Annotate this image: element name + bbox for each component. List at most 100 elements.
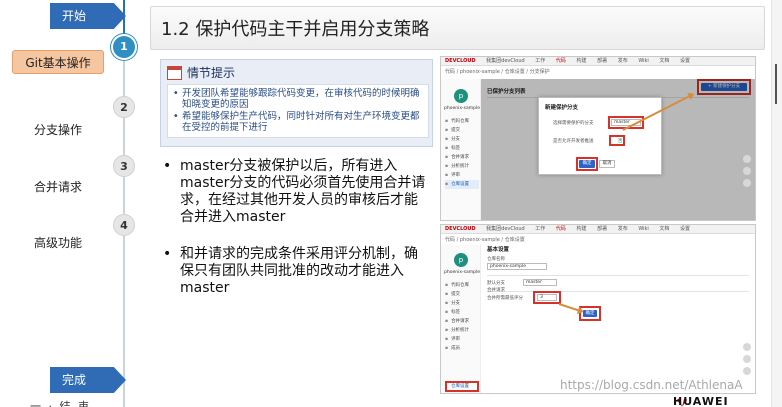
- step-2-badge[interactable]: 2: [113, 96, 135, 118]
- topbar-tab[interactable]: 部署: [597, 58, 607, 64]
- repo-menu-item[interactable]: 合并请求: [445, 317, 479, 326]
- divider: [487, 291, 749, 292]
- merge-request-label: 合并请求: [487, 288, 505, 293]
- repo-menu-item[interactable]: 分析统计: [445, 326, 479, 335]
- top-float-icon[interactable]: [743, 179, 751, 187]
- topbar-tab[interactable]: 构建: [576, 226, 586, 232]
- topbar-tab[interactable]: 发布: [618, 58, 628, 64]
- step-1-badge[interactable]: 1: [113, 36, 135, 58]
- topbar-tab[interactable]: Wiki: [638, 226, 649, 232]
- scrollbar-thumb[interactable]: [775, 64, 777, 104]
- topbar-tab[interactable]: 我集团devCloud: [486, 58, 525, 64]
- dialog-title: 新建保护分支: [545, 105, 579, 111]
- min-score-label: 合并所需最低评分: [487, 296, 523, 301]
- repo-menu-item[interactable]: 评审: [445, 171, 479, 180]
- page-title: 1.2 保护代码主干并启用分支策略: [161, 19, 430, 40]
- devcloud-brand: DEVCLOUD: [445, 226, 476, 232]
- repo-sidebar: p phoenix-sample 代码仓库 提交 分支 标签 合并请求 分析统计…: [441, 245, 481, 393]
- scenario-tip-box: 情节提示 开发团队希望能够跟踪代码变更，在审核代码的时候明确知晓变更的原因 希望…: [160, 59, 433, 147]
- breadcrumb[interactable]: 代码 / phoenix-sample / 仓库设置: [445, 236, 525, 243]
- divider: [487, 275, 749, 276]
- dialog-branch-label: 选择需要保护的分支: [553, 121, 594, 126]
- help-float-icon[interactable]: [743, 343, 751, 351]
- repo-menu: 代码仓库 提交 分支 标签 合并请求 分析统计 评审 成员: [445, 281, 479, 353]
- step-4-badge[interactable]: 4: [113, 214, 135, 236]
- bullet-dot: •: [163, 246, 172, 262]
- topbar-tab[interactable]: 设置: [680, 58, 690, 64]
- highlight-box: [609, 135, 625, 146]
- tip-item: 希望能够保护生产代码，同时针对所有对生产环境变更都在受控的前提下进行: [173, 111, 424, 133]
- chapter-navigation: 开始 1 Git基本操作 2 分支操作 3 合并请求 4 高级功能 完成 一 ·…: [0, 0, 145, 407]
- project-name: phoenix-sample: [444, 106, 480, 111]
- nav-item-git-basics[interactable]: Git基本操作: [12, 50, 104, 74]
- topbar-tab[interactable]: 文档: [659, 226, 669, 232]
- highlight-box: [445, 381, 479, 392]
- repo-menu-item[interactable]: 评审: [445, 335, 479, 344]
- tip-heading: 情节提示: [187, 66, 236, 80]
- help-float-icon[interactable]: [743, 155, 751, 163]
- topbar-tab[interactable]: 工作: [535, 58, 545, 64]
- topbar-tab[interactable]: 部署: [597, 226, 607, 232]
- tip-list: 开发团队希望能够跟踪代码变更，在审核代码的时候明确知晓变更的原因 希望能够保护生…: [167, 84, 429, 138]
- project-avatar: p: [454, 253, 468, 267]
- repo-menu-item[interactable]: 分支: [445, 299, 479, 308]
- topbar-tab[interactable]: 我集团devCloud: [486, 226, 525, 232]
- start-marker[interactable]: 开始: [50, 3, 126, 29]
- highlight-box: [533, 291, 561, 304]
- repo-menu-item[interactable]: 分析统计: [445, 162, 479, 171]
- repo-menu-item[interactable]: 标签: [445, 144, 479, 153]
- repo-menu-item[interactable]: 分支: [445, 135, 479, 144]
- dialog-cancel-button[interactable]: 取消: [599, 160, 615, 168]
- tip-heading-row: 情节提示: [167, 64, 235, 82]
- devcloud-topbar: DEVCLOUD 我集团devCloud 工作 代码 构建 部署 发布 Wiki…: [441, 57, 755, 66]
- new-protected-branch-dialog: 新建保护分支 选择需要保护的分支 master 是否允许开发者推送 否 确定 取…: [538, 97, 662, 175]
- bullet-text: 和并请求的完成条件采用评分机制，确保只有团队共同批准的改动才能进入master: [180, 246, 418, 296]
- devcloud-brand: DEVCLOUD: [445, 58, 476, 64]
- chat-float-icon[interactable]: [743, 167, 751, 175]
- repo-menu: 代码仓库 提交 分支 标签 合并请求 分析统计 评审 仓库设置: [445, 117, 479, 189]
- csdn-watermark: https://blog.csdn.net/AthlenaA: [560, 378, 743, 392]
- nav-item-merge-request[interactable]: 合并请求: [12, 175, 104, 199]
- annotation-arrow: [558, 303, 583, 313]
- topbar-tab[interactable]: 发布: [618, 226, 628, 232]
- repo-name-input[interactable]: phoenix-sample: [487, 263, 547, 270]
- timeline-line: [123, 0, 125, 407]
- repo-sidebar: p phoenix-sample 代码仓库 提交 分支 标签 合并请求 分析统计…: [441, 79, 481, 220]
- topbar-tab[interactable]: Wiki: [638, 58, 649, 64]
- bullet-point: • 和并请求的完成条件采用评分机制，确保只有团队共同批准的改动才能进入maste…: [163, 246, 428, 297]
- repo-menu-item[interactable]: 合并请求: [445, 153, 479, 162]
- chat-float-icon[interactable]: [743, 355, 751, 363]
- nav-footer-text: 一 · 结 束: [30, 400, 91, 407]
- default-branch-select[interactable]: master: [523, 279, 557, 286]
- repo-menu-item[interactable]: 标签: [445, 308, 479, 317]
- topbar-tab-code[interactable]: 代码: [556, 58, 566, 64]
- topbar-tab[interactable]: 构建: [576, 58, 586, 64]
- topbar-tab-code[interactable]: 代码: [556, 226, 566, 232]
- repo-name-label: 仓库名称: [487, 257, 505, 262]
- nav-item-advanced[interactable]: 高级功能: [12, 231, 104, 255]
- bullet-dot: •: [163, 158, 172, 174]
- topbar-tab[interactable]: 设置: [680, 226, 690, 232]
- project-avatar: p: [454, 89, 468, 103]
- done-marker[interactable]: 完成: [50, 367, 126, 393]
- repo-menu-item[interactable]: 提交: [445, 126, 479, 135]
- basic-settings-heading: 基本设置: [487, 247, 510, 253]
- repo-menu-item[interactable]: 代码仓库: [445, 117, 479, 126]
- topbar-tab[interactable]: 文档: [659, 58, 669, 64]
- screenshot-merge-settings: DEVCLOUD 我集团devCloud 工作 代码 构建 部署 发布 Wiki…: [440, 224, 756, 394]
- nav-item-branch-ops[interactable]: 分支操作: [12, 118, 104, 142]
- repo-menu-item[interactable]: 成员: [445, 344, 479, 353]
- calendar-icon: [167, 65, 182, 80]
- repo-menu-item[interactable]: 提交: [445, 290, 479, 299]
- step-3-badge[interactable]: 3: [113, 155, 135, 177]
- title-bar: 1.2 保护代码主干并启用分支策略: [150, 6, 765, 50]
- breadcrumb[interactable]: 代码 / phoenix-sample / 仓库设置 / 分支保护: [445, 68, 550, 75]
- window-edge: [771, 0, 782, 407]
- devcloud-topbar: DEVCLOUD 我集团devCloud 工作 代码 构建 部署 发布 Wiki…: [441, 225, 755, 234]
- screenshot-protect-branch: DEVCLOUD 我集团devCloud 工作 代码 构建 部署 发布 Wiki…: [440, 56, 756, 221]
- repo-menu-item[interactable]: 代码仓库: [445, 281, 479, 290]
- repo-menu-item-settings[interactable]: 仓库设置: [445, 180, 479, 189]
- highlight-box: [576, 157, 598, 171]
- topbar-tab[interactable]: 工作: [535, 226, 545, 232]
- top-float-icon[interactable]: [743, 367, 751, 375]
